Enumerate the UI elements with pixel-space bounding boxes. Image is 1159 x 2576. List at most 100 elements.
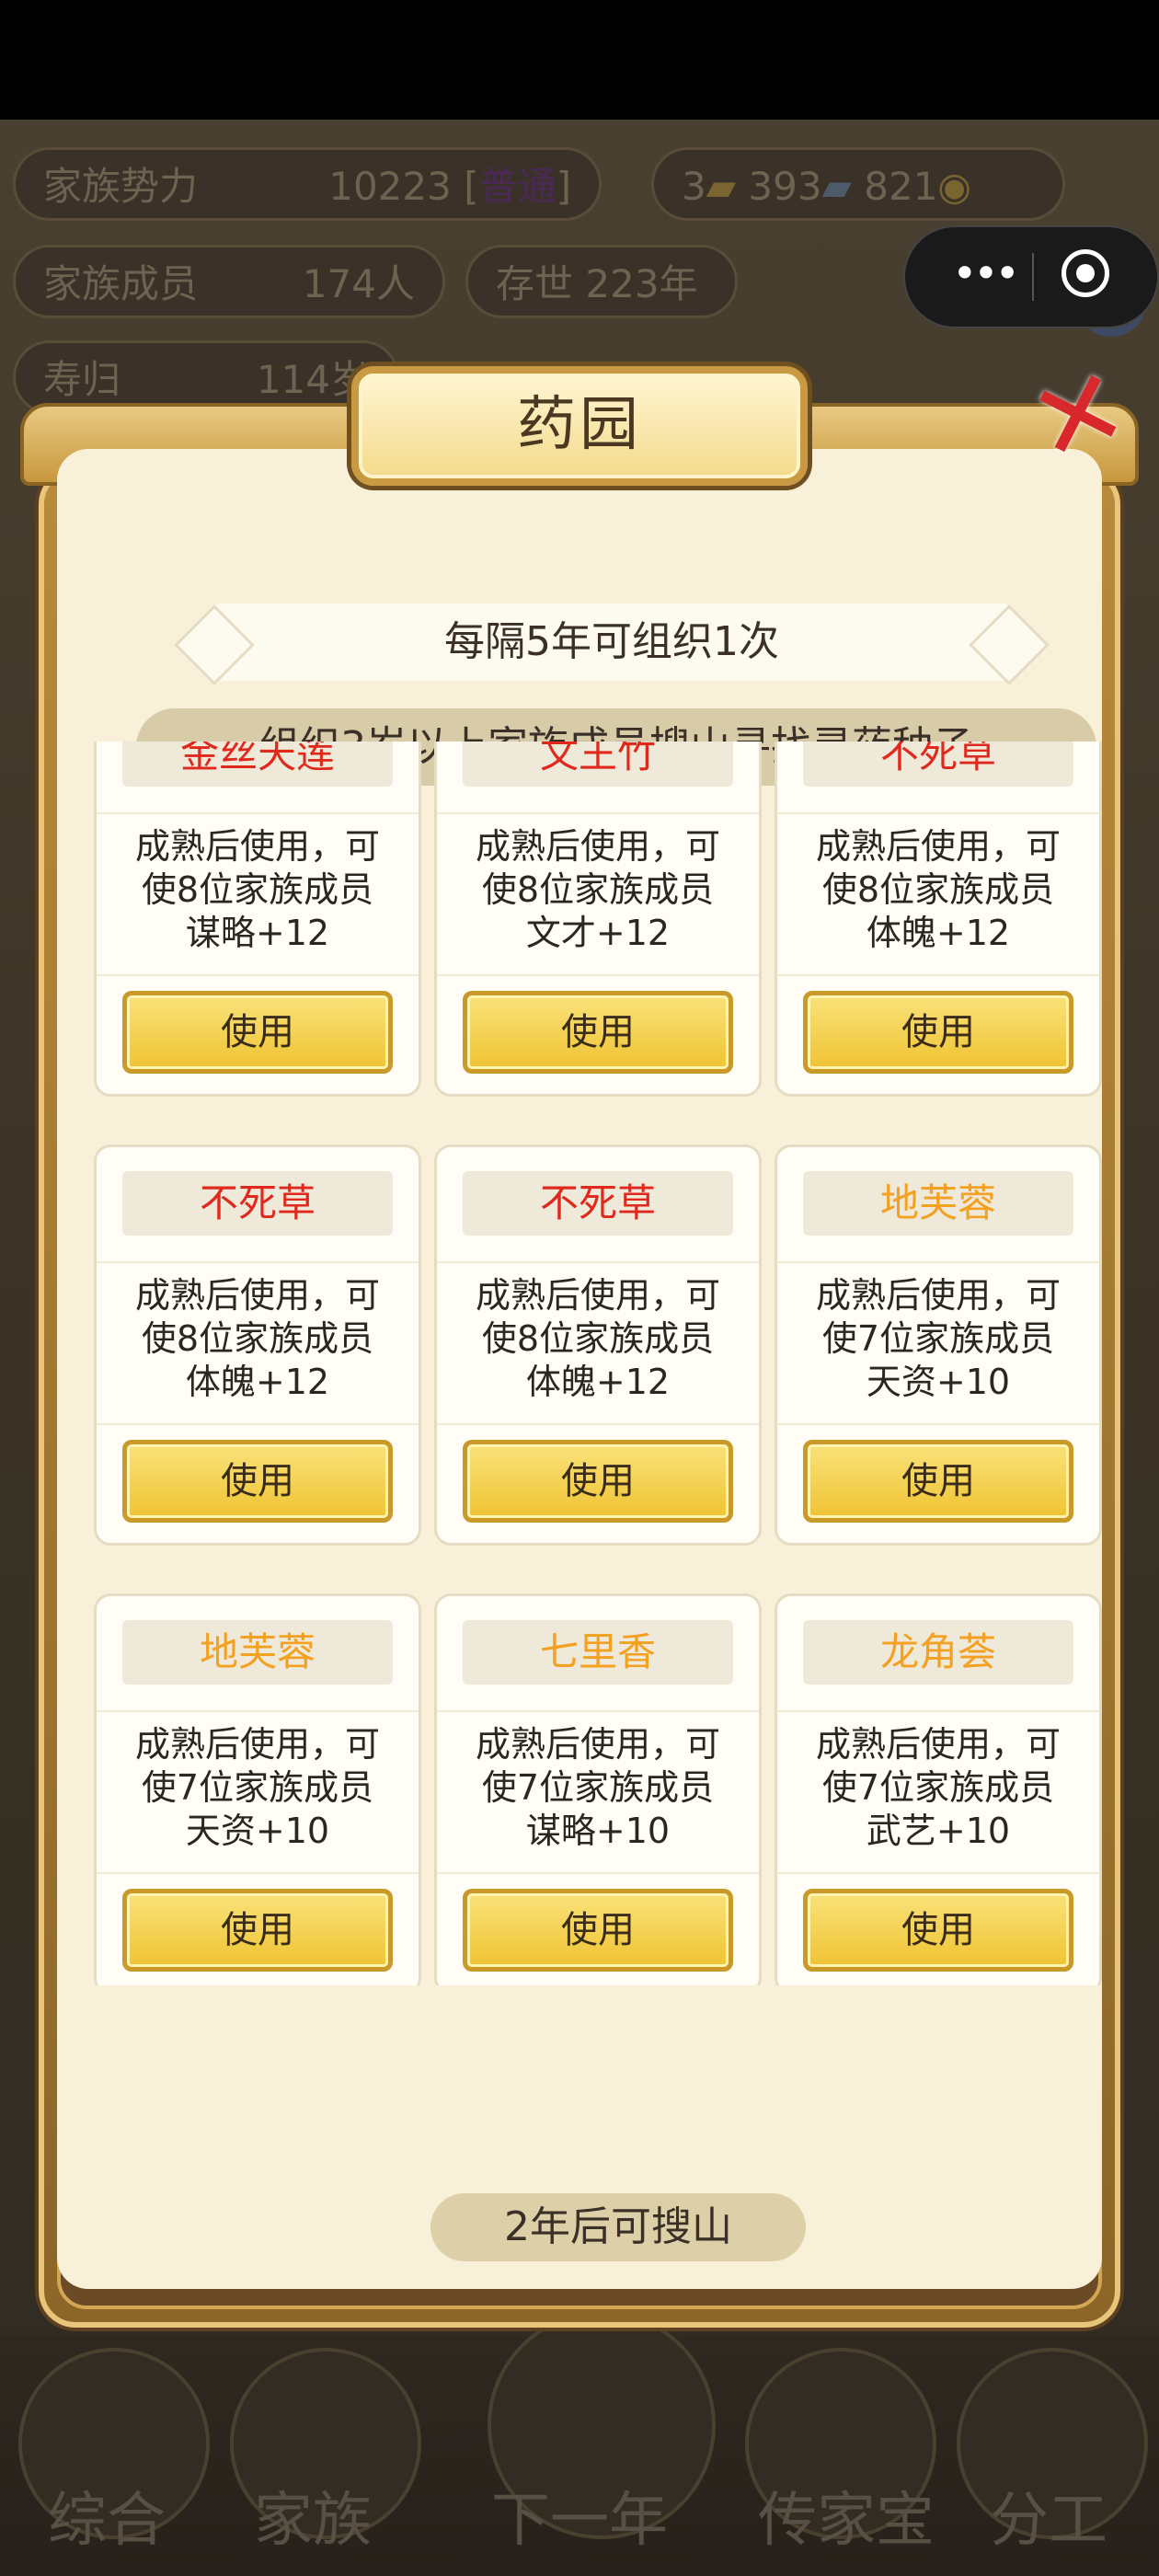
nav-item-next-year[interactable]: 下一年	[460, 2473, 699, 2558]
herb-effect-line: 使7位家族成员	[141, 1767, 374, 1808]
herb-effect-line: 使8位家族成员	[141, 1318, 374, 1359]
card-divider	[437, 812, 759, 814]
herb-effect-line: 文才+12	[525, 913, 671, 953]
herb-effect-line: 使7位家族成员	[821, 1767, 1055, 1808]
herb-effect: 成熟后使用，可 使7位家族成员 武艺+10	[786, 1723, 1090, 1861]
gold-count: 3	[682, 164, 706, 209]
use-button[interactable]: 使用	[122, 1889, 393, 1972]
use-button[interactable]: 使用	[803, 1889, 1073, 1972]
modal-title: 药园	[351, 366, 808, 486]
bottom-nav: 综合 家族 下一年 传家宝 分工	[0, 2311, 1159, 2576]
herb-effect-line: 体魄+12	[185, 1362, 330, 1402]
herb-effect-line: 谋略+10	[525, 1811, 671, 1851]
herb-effect-line: 成熟后使用，可	[815, 1724, 1061, 1765]
herb-effect: 成熟后使用，可 使7位家族成员 天资+10	[786, 1274, 1090, 1412]
herb-name: 不死草	[803, 742, 1073, 787]
search-mountain-button[interactable]: 2年后可搜山	[430, 2193, 806, 2261]
herb-effect: 成熟后使用，可 使8位家族成员 文才+12	[446, 825, 750, 963]
herb-effect-line: 使8位家族成员	[141, 869, 374, 910]
family-power-field: 家族势力 10223 [普通]	[13, 147, 602, 221]
use-button[interactable]: 使用	[803, 991, 1073, 1074]
herb-effect-line: 体魄+12	[866, 913, 1011, 953]
herb-card: 不死草成熟后使用，可 使8位家族成员 体魄+12 使用	[775, 742, 1102, 1097]
use-button[interactable]: 使用	[463, 991, 733, 1074]
card-divider	[777, 1423, 1099, 1425]
herb-card: 不死草 成熟后使用，可 使8位家族成员 体魄+12 使用	[434, 1144, 762, 1546]
herb-card: 龙角荟 成熟后使用，可 使7位家族成员 武艺+10 使用	[775, 1593, 1102, 1985]
resource-bar: 3▰ 393▰ 821◉	[651, 147, 1065, 221]
herb-effect-line: 使7位家族成员	[481, 1767, 715, 1808]
gold-ingot-icon: ▰	[706, 164, 737, 209]
coin-icon: ◉	[937, 164, 972, 209]
herb-name: 七里香	[463, 1620, 733, 1685]
herb-effect-line: 成熟后使用，可	[134, 1275, 380, 1316]
card-divider	[777, 974, 1099, 976]
silver-count: 393	[748, 164, 822, 209]
herb-card: 地芙蓉成熟后使用，可 使7位家族成员 天资+10 使用	[94, 1593, 421, 1985]
use-button[interactable]: 使用	[122, 991, 393, 1074]
herb-name: 地芙蓉	[122, 1620, 393, 1685]
herb-effect-line: 谋略+12	[185, 913, 330, 953]
card-divider	[437, 1872, 759, 1874]
herb-effect: 成熟后使用，可 使8位家族成员 体魄+12	[106, 1274, 409, 1412]
herb-effect: 成熟后使用，可 使8位家族成员 体魄+12	[786, 825, 1090, 963]
herb-effect-line: 成熟后使用，可	[815, 826, 1061, 867]
herb-card-list[interactable]: 金丝天莲 成熟后使用，可 使8位家族成员 谋略+12 使用 文王竹 成熟后使用，可 使8位家族…	[94, 742, 1106, 1985]
herb-effect-line: 天资+10	[185, 1811, 330, 1851]
herb-card: 七里香成熟后使用，可 使7位家族成员 谋略+10 使用	[434, 1593, 762, 1985]
herb-effect: 成熟后使用，可 使8位家族成员 谋略+12	[106, 825, 409, 963]
more-icon[interactable]: •••	[938, 227, 1030, 327]
herb-effect-line: 武艺+10	[866, 1811, 1011, 1851]
herb-name: 地芙蓉	[803, 1171, 1073, 1236]
card-divider	[777, 1261, 1099, 1263]
miniprogram-capsule: •••	[903, 225, 1159, 328]
herb-name: 不死草	[122, 1171, 393, 1236]
family-power-label: 家族势力	[43, 164, 199, 209]
herb-effect-line: 使8位家族成员	[481, 869, 715, 910]
herb-effect: 成熟后使用，可 使7位家族成员 谋略+10	[446, 1723, 750, 1861]
capsule-divider	[1032, 253, 1034, 301]
herb-effect-line: 成熟后使用，可	[134, 1724, 380, 1765]
card-divider	[97, 1261, 419, 1263]
nav-item-general[interactable]: 综合	[15, 2473, 199, 2558]
herb-effect-line: 成熟后使用，可	[475, 1724, 720, 1765]
card-divider	[437, 1710, 759, 1712]
herb-effect-line: 成熟后使用，可	[815, 1275, 1061, 1316]
nav-item-division[interactable]: 分工	[957, 2473, 1141, 2558]
use-button[interactable]: 使用	[803, 1440, 1073, 1523]
family-members-label: 家族成员	[43, 261, 199, 306]
herb-card: 文王竹 成熟后使用，可 使8位家族成员 文才+12 使用	[434, 742, 762, 1097]
card-divider	[777, 812, 1099, 814]
use-button[interactable]: 使用	[463, 1440, 733, 1523]
card-divider	[97, 974, 419, 976]
herb-effect-line: 体魄+12	[525, 1362, 671, 1402]
card-divider	[777, 1710, 1099, 1712]
family-power-value: 10223 [	[328, 164, 479, 209]
herb-name: 金丝天莲	[122, 742, 393, 787]
herb-effect-line: 成熟后使用，可	[134, 826, 380, 867]
interval-banner: 每隔5年可组织1次	[213, 604, 1010, 681]
card-divider	[437, 1423, 759, 1425]
use-button[interactable]: 使用	[463, 1889, 733, 1972]
card-divider	[97, 812, 419, 814]
existence-field: 存世 223年	[465, 245, 738, 318]
card-divider	[777, 1872, 1099, 1874]
herb-effect-line: 使8位家族成员	[821, 869, 1055, 910]
family-power-value-wrap: 10223 [普通]	[328, 150, 571, 224]
nav-item-heirloom[interactable]: 传家宝	[736, 2473, 957, 2558]
herb-effect-line: 使8位家族成员	[481, 1318, 715, 1359]
use-button[interactable]: 使用	[122, 1440, 393, 1523]
exit-target-icon[interactable]	[1061, 249, 1109, 297]
herb-effect-line: 使7位家族成员	[821, 1318, 1055, 1359]
family-power-bracket: ]	[556, 164, 571, 209]
existence-label: 存世	[496, 261, 574, 306]
coin-count: 821	[864, 164, 938, 209]
herb-effect-line: 天资+10	[866, 1362, 1011, 1402]
herb-card: 地芙蓉成熟后使用，可 使7位家族成员 天资+10 使用	[775, 1144, 1102, 1546]
nav-item-family[interactable]: 家族	[221, 2473, 405, 2558]
existence-value: 223年	[585, 261, 698, 306]
herb-card: 金丝天莲成熟后使用，可 使8位家族成员 谋略+12 使用	[94, 742, 421, 1097]
herb-effect-line: 成熟后使用，可	[475, 826, 720, 867]
herb-name: 不死草	[463, 1171, 733, 1236]
family-members-field: 家族成员 174人	[13, 245, 445, 318]
